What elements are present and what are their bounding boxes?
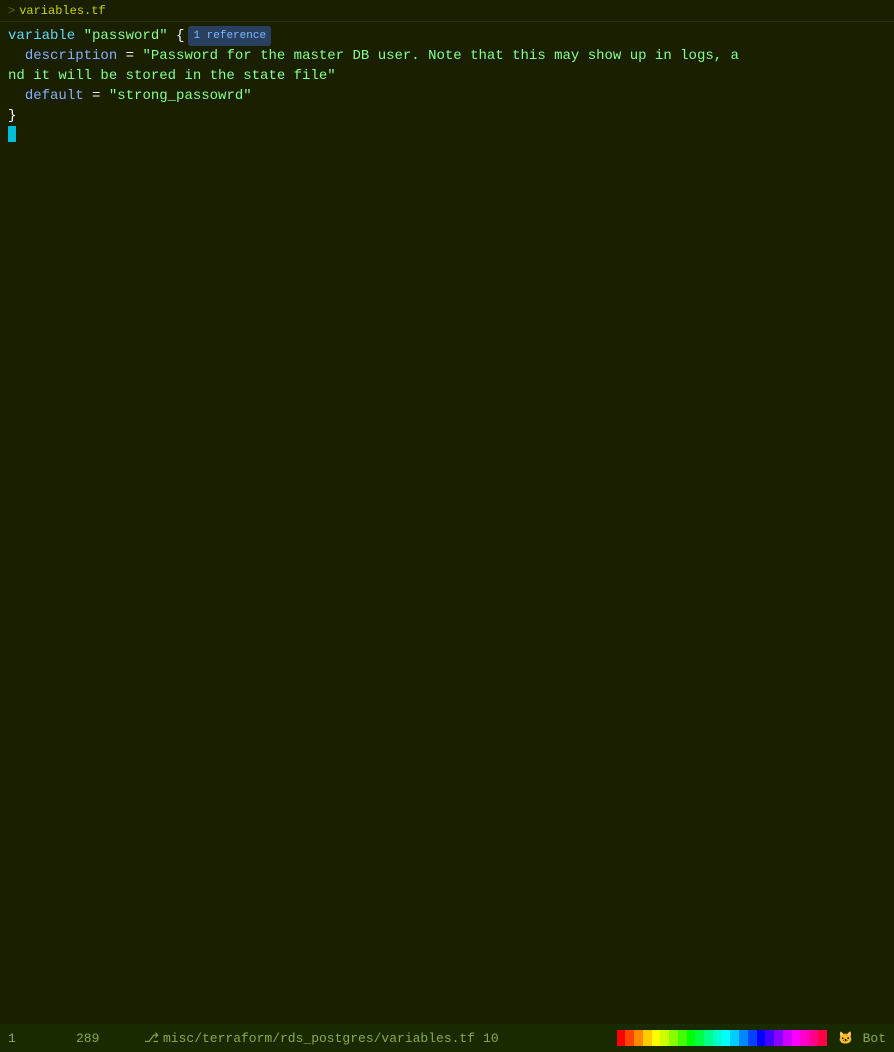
equals-2: = <box>117 46 142 66</box>
ref-badge: 1 reference <box>188 26 271 46</box>
tab-filename: variables.tf <box>19 4 105 18</box>
editor-area[interactable]: > variables.tf variable "password" {1 re… <box>0 0 894 1024</box>
tab-bar: > variables.tf <box>0 0 894 22</box>
string-desc-2: nd it will be stored in the state file" <box>8 66 336 86</box>
status-col: 289 <box>76 1031 136 1046</box>
rainbow-segment <box>818 1030 827 1046</box>
keyword-variable: variable <box>8 26 84 46</box>
rainbow-segment <box>713 1030 722 1046</box>
brace-close: } <box>8 106 16 126</box>
keyword-description: description <box>25 46 117 66</box>
rainbow-segment <box>739 1030 748 1046</box>
tab-item[interactable]: > variables.tf <box>8 4 106 18</box>
rainbow-segment <box>704 1030 713 1046</box>
rainbow-segment <box>800 1030 809 1046</box>
rainbow-segment <box>765 1030 774 1046</box>
rainbow-segment <box>757 1030 766 1046</box>
rainbow-segment <box>783 1030 792 1046</box>
string-default: "strong_passowrd" <box>109 86 252 106</box>
string-password: "password" <box>84 26 168 46</box>
code-line-2: description = "Password for the master D… <box>0 46 894 66</box>
rainbow-segment <box>617 1030 626 1046</box>
indent-2 <box>8 46 25 66</box>
code-line-1: variable "password" {1 reference <box>0 26 894 46</box>
code-line-3: nd it will be stored in the state file" <box>0 66 894 86</box>
rainbow-segment <box>678 1030 687 1046</box>
rainbow-segment <box>774 1030 783 1046</box>
status-bot-label: Bot <box>863 1031 886 1046</box>
string-desc-1: "Password for the master DB user. Note t… <box>142 46 739 66</box>
nyan-icon: 🐱 <box>837 1030 855 1046</box>
status-bar: 1 289 ⎇ misc/terraform/rds_postgres/vari… <box>0 1024 894 1052</box>
rainbow-segment <box>722 1030 731 1046</box>
rainbow-segment <box>634 1030 643 1046</box>
equals-4: = <box>84 86 109 106</box>
rainbow-segment <box>748 1030 757 1046</box>
rainbow-segment <box>652 1030 661 1046</box>
rainbow-segment <box>730 1030 739 1046</box>
rainbow-segment <box>687 1030 696 1046</box>
code-line-6 <box>0 126 894 146</box>
rainbow-segment <box>809 1030 818 1046</box>
rainbow-segment <box>792 1030 801 1046</box>
status-line: 1 <box>8 1031 68 1046</box>
rainbow-segment <box>643 1030 652 1046</box>
brace-open: { <box>168 26 185 46</box>
rainbow-segment <box>660 1030 669 1046</box>
rainbow-bar <box>617 1030 827 1046</box>
code-line-5: } <box>0 106 894 126</box>
text-cursor <box>8 126 16 142</box>
tab-arrow: > <box>8 4 15 18</box>
keyword-default: default <box>25 86 84 106</box>
branch-icon: ⎇ <box>144 1031 159 1046</box>
rainbow-segment <box>625 1030 634 1046</box>
status-path: ⎇ misc/terraform/rds_postgres/variables.… <box>144 1031 475 1046</box>
indent-4 <box>8 86 25 106</box>
rainbow-segment <box>695 1030 704 1046</box>
code-line-4: default = "strong_passowrd" <box>0 86 894 106</box>
status-filepath: misc/terraform/rds_postgres/variables.tf <box>163 1031 475 1046</box>
code-content[interactable]: variable "password" {1 reference descrip… <box>0 22 894 150</box>
status-col-pos: 10 <box>483 1031 499 1046</box>
rainbow-segment <box>669 1030 678 1046</box>
